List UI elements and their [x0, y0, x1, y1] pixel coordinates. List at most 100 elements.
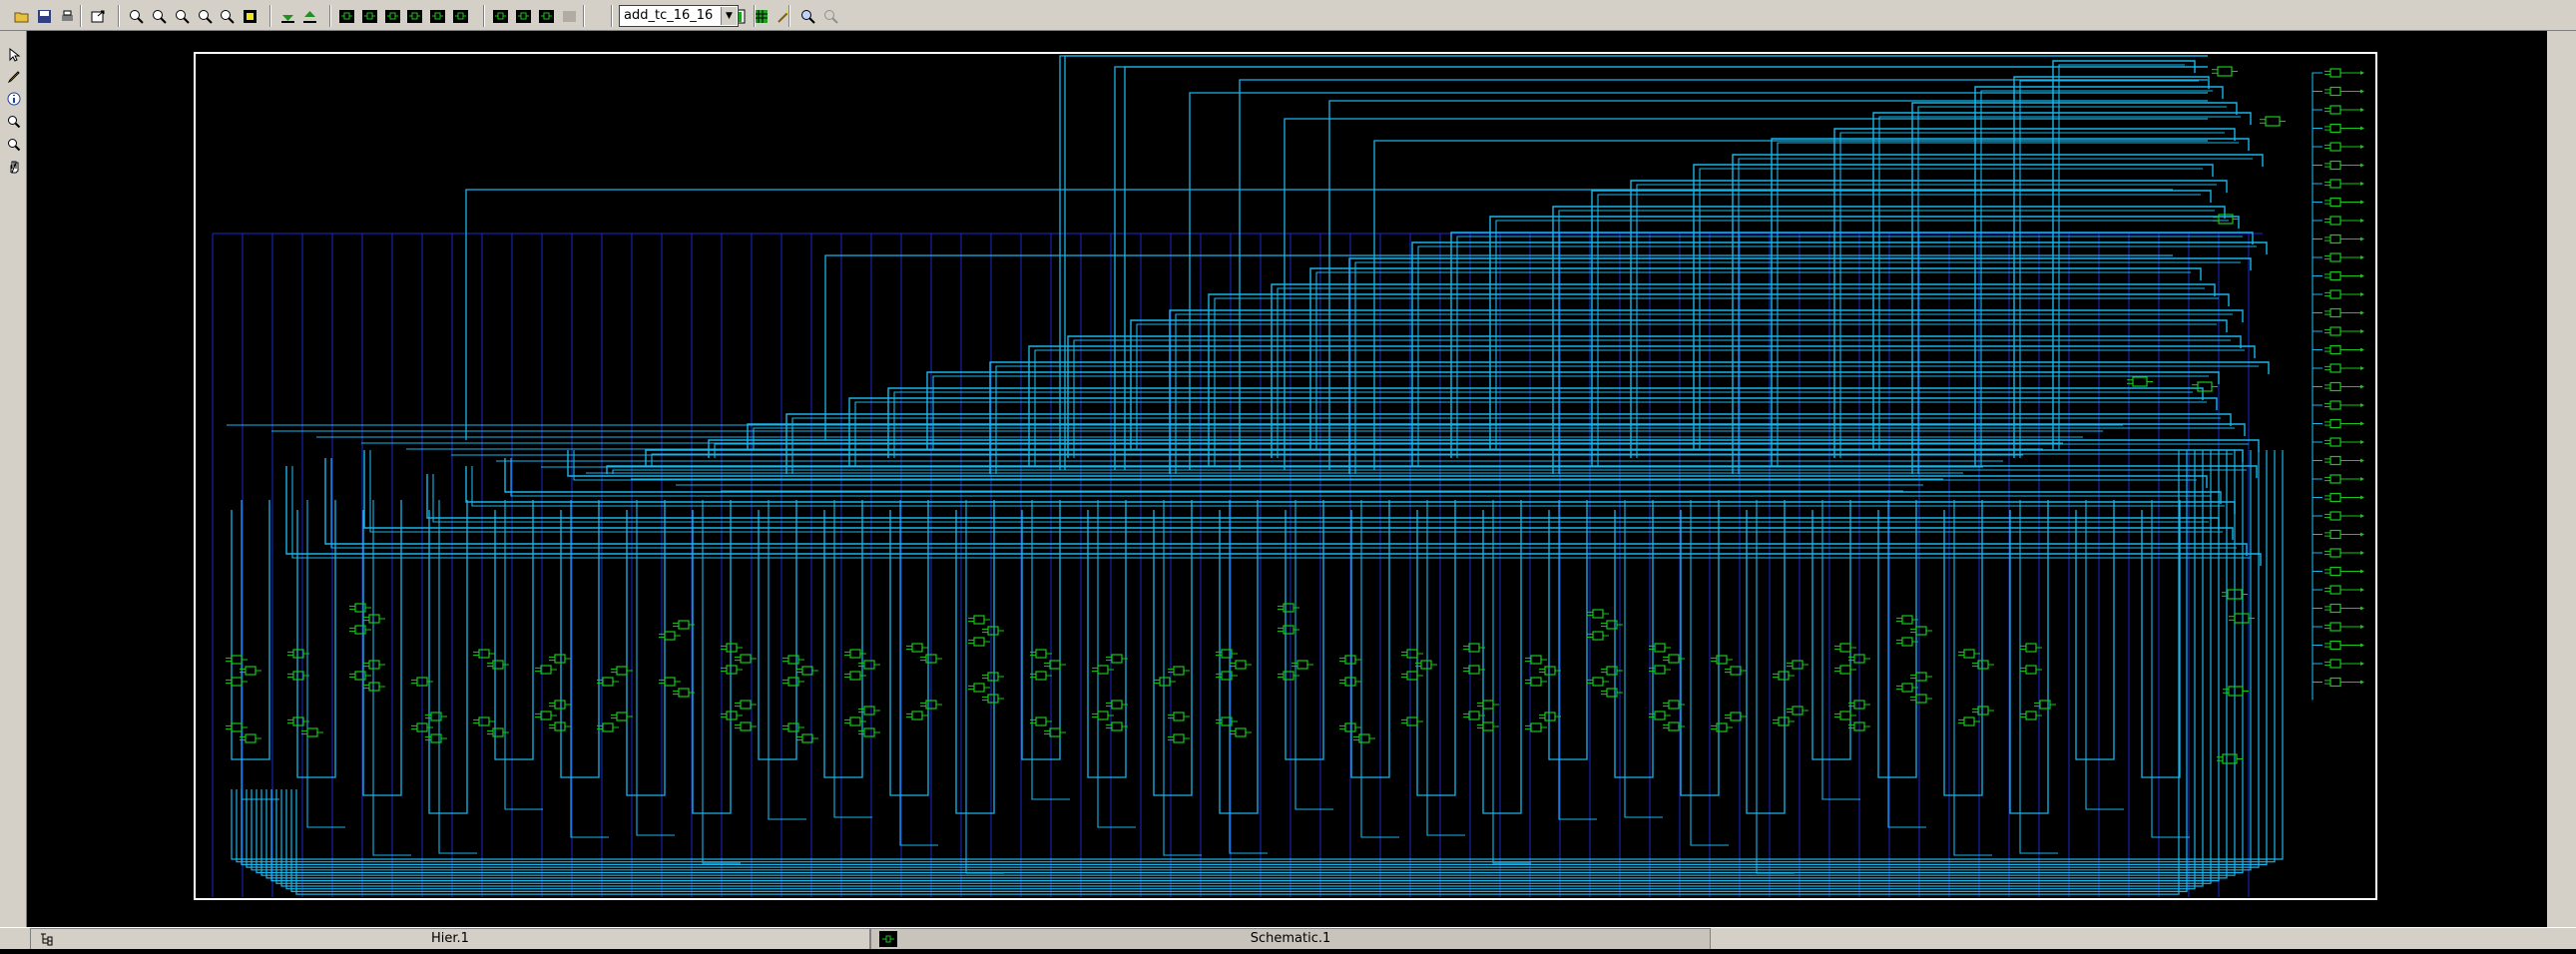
- wire: [2312, 533, 2322, 553]
- logic-gate: [2329, 68, 2341, 78]
- logic-gate: [987, 694, 999, 704]
- logic-gate: [1792, 706, 1803, 716]
- zoom-in-icon[interactable]: [4, 112, 23, 131]
- wire: [899, 500, 938, 846]
- wire: [1746, 500, 1786, 814]
- save-icon[interactable]: [35, 7, 54, 26]
- output-port-icon: [2360, 514, 2364, 518]
- logic-gate: [2329, 123, 2341, 134]
- wire: [2312, 127, 2322, 147]
- wire: [2312, 311, 2322, 331]
- wire: [2312, 663, 2322, 682]
- wire: [1028, 345, 2256, 466]
- logic-gate: [1420, 660, 1432, 670]
- wire: [560, 500, 600, 778]
- schematic-view-icon[interactable]: [337, 7, 356, 26]
- output-port-icon: [2360, 200, 2364, 205]
- wire: [2312, 201, 2322, 221]
- logic-gate: [2329, 363, 2341, 373]
- schematic-cell-icon[interactable]: [428, 7, 447, 26]
- wire: [285, 466, 2262, 566]
- logic-gate: [1778, 716, 1790, 726]
- zoom-out-icon[interactable]: [4, 135, 23, 154]
- new-symbol-icon[interactable]: [514, 7, 533, 26]
- wire: [1630, 180, 2228, 458]
- logic-gate: [1668, 654, 1680, 664]
- pop-up-icon[interactable]: [300, 7, 319, 26]
- highlight-icon[interactable]: [241, 7, 259, 26]
- wire: [2312, 330, 2322, 349]
- zoom-area-icon[interactable]: [196, 7, 215, 26]
- wire: [1839, 132, 2225, 458]
- logic-gate: [1901, 615, 1913, 625]
- logic-gate: [1668, 700, 1680, 710]
- push-down-icon[interactable]: [278, 7, 297, 26]
- schematic-canvas[interactable]: [27, 31, 2547, 927]
- logic-gate: [2265, 116, 2281, 127]
- query-icon[interactable]: [798, 7, 817, 26]
- output-port-icon: [2360, 680, 2364, 685]
- wire: [2019, 80, 2199, 458]
- logic-gate: [726, 643, 738, 653]
- wire: [296, 500, 336, 778]
- tab-hier[interactable]: Hier.1: [30, 928, 870, 949]
- new-path-icon[interactable]: [537, 7, 556, 26]
- pencil-icon[interactable]: [4, 67, 23, 86]
- schematic-net-icon[interactable]: [451, 7, 470, 26]
- wire: [241, 500, 279, 800]
- output-port-icon: [2360, 495, 2364, 500]
- output-port-icon: [2360, 477, 2364, 481]
- wire: [2312, 589, 2322, 608]
- tab-schematic[interactable]: Schematic.1: [870, 928, 1711, 949]
- wire: [363, 450, 2234, 540]
- wire: [1821, 500, 1860, 800]
- logic-gate: [1406, 671, 1418, 681]
- output-port-icon: [2360, 588, 2364, 592]
- zoom-out-icon[interactable]: [173, 7, 192, 26]
- zoom-in-icon[interactable]: [150, 7, 169, 26]
- wire: [2312, 626, 2322, 645]
- open-folder-icon[interactable]: [12, 7, 31, 26]
- toolbar-separator: [583, 5, 585, 27]
- zoom-fit-icon[interactable]: [127, 7, 146, 26]
- wire: [1229, 500, 1268, 854]
- logic-gate: [231, 655, 243, 665]
- toolbar-separator: [329, 5, 331, 27]
- wire: [2312, 72, 2322, 91]
- output-port-icon: [2360, 551, 2364, 555]
- bus-layer: [212, 233, 2263, 897]
- select-pointer-icon[interactable]: [4, 45, 23, 64]
- logic-gate: [863, 727, 875, 737]
- new-schematic-icon[interactable]: [491, 7, 510, 26]
- wire: [1833, 128, 2236, 458]
- logic-gate: [1173, 666, 1185, 676]
- output-port-icon: [2360, 440, 2364, 444]
- design-select-value: add_tc_16_16: [624, 8, 714, 23]
- logic-gate: [1654, 665, 1666, 675]
- pan-hand-icon[interactable]: [4, 157, 23, 176]
- design-select[interactable]: add_tc_16_16 ▼: [619, 5, 739, 27]
- chevron-down-icon[interactable]: ▼: [721, 7, 737, 25]
- logic-gate: [973, 637, 985, 647]
- info-icon[interactable]: [4, 89, 23, 108]
- logic-gate: [2329, 179, 2341, 189]
- logic-gate: [1530, 677, 1542, 687]
- wand-icon[interactable]: [774, 7, 793, 26]
- wire: [2013, 76, 2210, 458]
- logic-gate: [987, 626, 999, 636]
- logic-gate: [2329, 344, 2341, 355]
- print-icon[interactable]: [58, 7, 77, 26]
- tab-bar: Hier.1 Schematic.1: [0, 927, 2576, 949]
- logic-gate: [973, 683, 985, 693]
- logic-gate: [231, 722, 243, 732]
- zoom-previous-icon[interactable]: [218, 7, 237, 26]
- wire: [2312, 220, 2322, 238]
- schematic-drawing[interactable]: [27, 31, 2547, 927]
- logic-gate: [1963, 649, 1975, 659]
- schematic-fanout-icon[interactable]: [383, 7, 402, 26]
- export-icon[interactable]: [89, 7, 108, 26]
- schematic-fanin-icon[interactable]: [360, 7, 379, 26]
- logic-gate: [2025, 643, 2037, 653]
- schematic-path-icon[interactable]: [405, 7, 424, 26]
- logic-gate: [1530, 655, 1542, 665]
